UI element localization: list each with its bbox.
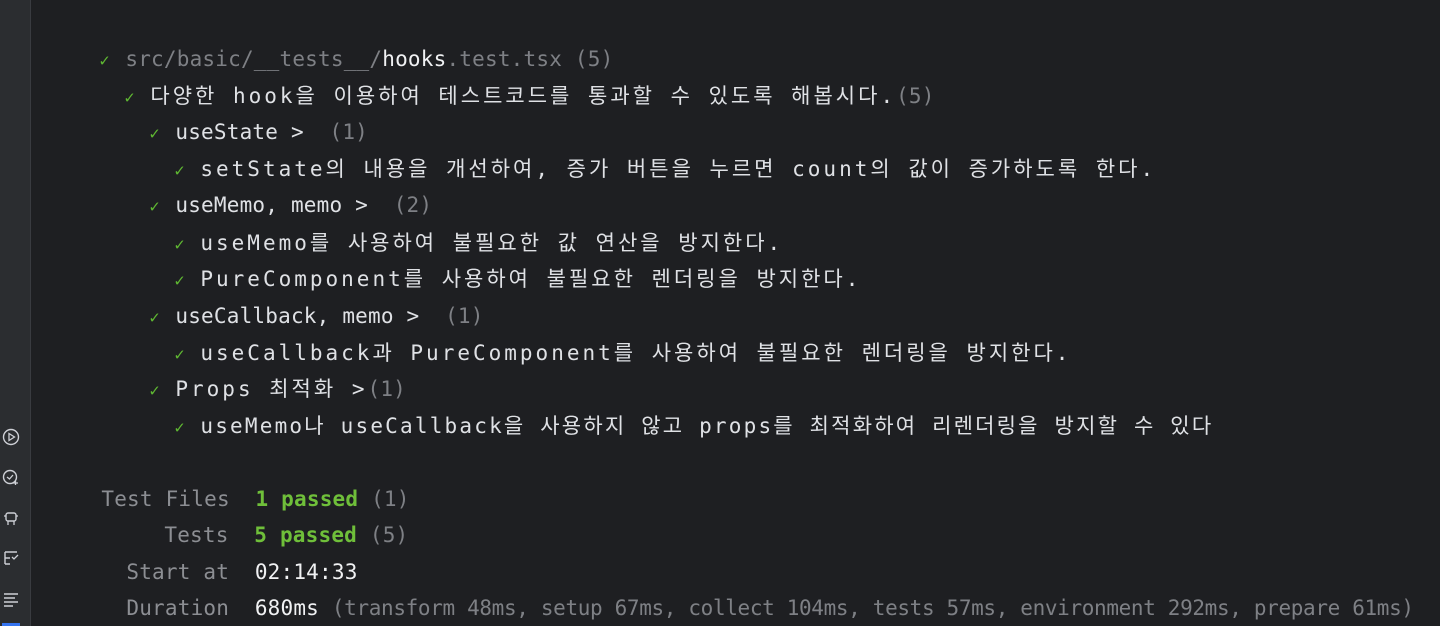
run-icon[interactable] xyxy=(1,427,21,447)
test-group-row[interactable]: ✓ Props 최적화 >(1) xyxy=(98,344,406,401)
test-case-row[interactable]: ✓ setState의 내용을 개선하여, 증가 버튼을 누르면 count의 값… xyxy=(123,124,1156,181)
test-case-title: useMemo나 useCallback을 사용하지 않고 props를 최적화… xyxy=(200,414,1214,438)
test-case-row[interactable]: ✓ PureComponent를 사용하여 불필요한 렌더링을 방지한다. xyxy=(123,234,861,291)
pass-check-icon: ✓ xyxy=(174,418,185,438)
summary-count: (5) xyxy=(369,523,409,547)
test-suite-row[interactable]: ✓ 다양한 hook을 이용하여 테스트코드를 통과할 수 있도록 해봅시다.(5… xyxy=(73,51,935,108)
format-icon[interactable] xyxy=(1,589,21,609)
debug-icon[interactable] xyxy=(1,508,21,528)
summary-tests-row: Tests 5 passed (5) xyxy=(113,490,408,547)
summary-start-row: Start at 02:14:33 xyxy=(75,527,358,584)
test-output-console: ✓ src/basic/__tests__/hooks.test.tsx (5) … xyxy=(48,0,1440,626)
test-case-row[interactable]: ✓ useCallback과 PureComponent를 사용하여 불필요한 렌… xyxy=(123,308,1071,365)
summary-test-files-row: Test Files 1 passed (1) xyxy=(50,454,410,511)
summary-label: Duration xyxy=(126,596,230,620)
test-group-row[interactable]: ✓ useCallback, memo > (1) xyxy=(98,271,484,328)
coverage-icon[interactable] xyxy=(1,468,21,488)
test-file-row[interactable]: ✓ src/basic/__tests__/hooks.test.tsx (5) xyxy=(48,14,613,71)
tool-window-gutter xyxy=(0,0,31,626)
suite-test-count: (5) xyxy=(896,84,935,108)
test-tree-icon[interactable] xyxy=(1,548,21,568)
test-group-row[interactable]: ✓ useMemo, memo > (2) xyxy=(98,160,432,217)
test-case-row[interactable]: ✓ useMemo를 사용하여 불필요한 값 연산을 방지한다. xyxy=(123,198,783,255)
test-group-row[interactable]: ✓ useState > (1) xyxy=(98,87,368,144)
summary-duration-detail: (transform 48ms, setup 67ms, collect 104… xyxy=(331,596,1414,620)
test-case-row[interactable]: ✓ useMemo나 useCallback을 사용하지 않고 props를 최적… xyxy=(123,381,1213,438)
summary-value: 680ms xyxy=(254,596,320,620)
summary-duration-row: Duration 680ms (transform 48ms, setup 67… xyxy=(75,563,1414,620)
